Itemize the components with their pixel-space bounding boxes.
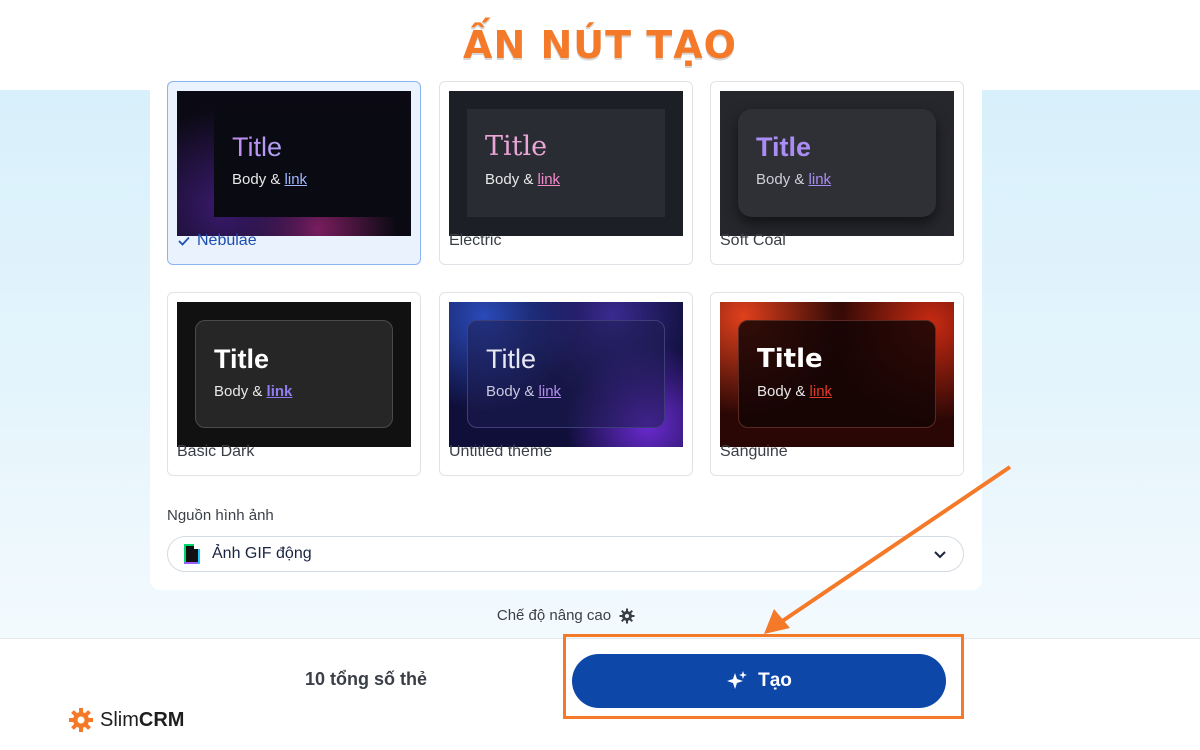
preview-body: Body & link (756, 171, 832, 188)
theme-preview: Title Body & link (720, 302, 954, 447)
theme-card-sanguine[interactable]: Title Body & link Sanguine (710, 292, 964, 476)
theme-name: Sanguine (720, 443, 788, 460)
preview-body: Body & link (214, 383, 293, 400)
preview-title: Title (214, 344, 270, 374)
theme-card-nebulae[interactable]: Title Body & link Nebulae (167, 81, 421, 265)
preview-title: Title (486, 344, 537, 374)
theme-preview: Title Body & link (449, 91, 683, 236)
image-source-value: Ảnh GIF động (212, 545, 312, 562)
theme-card-basic-dark[interactable]: Title Body & link Basic Dark (167, 292, 421, 476)
chevron-down-icon (934, 551, 946, 559)
instruction-heading-text: ẤN NÚT TẠO (463, 23, 737, 67)
theme-name: Nebulae (177, 232, 257, 250)
preview-body: Body & link (486, 383, 562, 400)
sparkle-icon (727, 671, 748, 689)
theme-name: Electric (449, 232, 502, 249)
image-source-label: Nguồn hình ảnh (167, 507, 274, 524)
preview-body: Body & link (232, 171, 308, 188)
preview-title: Title (757, 344, 823, 374)
theme-preview: Title Body & link (449, 302, 683, 447)
theme-preview: Title Body & link (720, 91, 954, 236)
theme-name: Soft Coal (720, 232, 786, 249)
gear-icon (619, 608, 635, 623)
image-source-select[interactable]: Ảnh GIF động (167, 536, 964, 572)
instruction-heading: ẤN NÚT TẠO (0, 0, 1200, 90)
create-button[interactable]: Tạo (572, 654, 946, 708)
card-count: 10 tổng số thẻ (305, 669, 428, 689)
theme-name: Untitled theme (449, 443, 553, 460)
theme-card-untitled-theme[interactable]: Title Body & link Untitled theme (439, 292, 693, 476)
gear-icon (69, 708, 93, 732)
theme-name: Basic Dark (177, 443, 255, 460)
preview-title: Title (232, 131, 410, 163)
theme-preview: Title Body & link (177, 302, 411, 447)
brand-logo: SlimCRM (68, 707, 184, 733)
gif-icon (184, 544, 200, 564)
preview-title: Title (756, 132, 812, 162)
theme-preview: Title Body & link (177, 91, 411, 236)
preview-title: Title (485, 131, 548, 162)
create-button-label: Tạo (758, 670, 792, 691)
check-icon (178, 236, 190, 246)
theme-picker-area: Title Body & link Nebulae Title Body & l… (0, 81, 1200, 638)
preview-body: Body & link (757, 383, 833, 400)
advanced-mode-label: Chế độ nâng cao (496, 607, 612, 624)
footer-bar: 10 tổng số thẻ Tạo SlimCRM (0, 634, 1200, 750)
preview-body: Body & link (485, 171, 561, 188)
theme-card-soft-coal[interactable]: Title Body & link Soft Coal (710, 81, 964, 265)
advanced-mode-toggle[interactable]: Chế độ nâng cao (0, 607, 1132, 624)
theme-card-electric[interactable]: Title Body & link Electric (439, 81, 693, 265)
